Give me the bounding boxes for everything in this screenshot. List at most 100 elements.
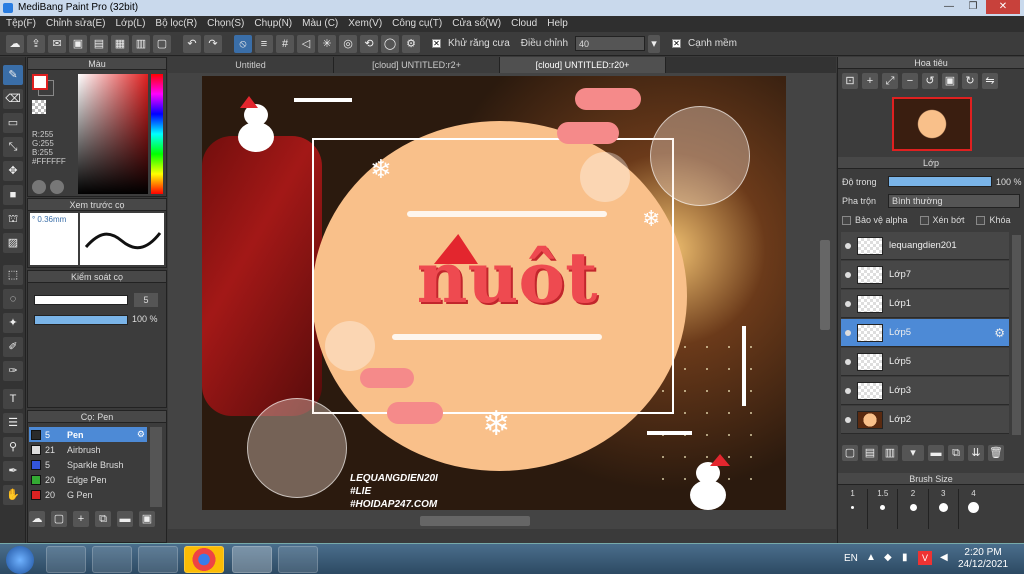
medibang-icon[interactable] bbox=[232, 546, 272, 573]
transparent-swatch[interactable] bbox=[32, 100, 46, 114]
tab-cloud-r2[interactable]: [cloud] UNTITLED:r2+ bbox=[334, 57, 500, 73]
layer-row[interactable]: Lớp7 bbox=[841, 261, 1009, 289]
layer-opacity-slider[interactable] bbox=[888, 176, 992, 187]
eye-icon[interactable] bbox=[845, 242, 851, 249]
document-icon[interactable]: ▤ bbox=[90, 34, 108, 53]
gear-icon[interactable]: ⚙ bbox=[137, 429, 145, 440]
eye-icon[interactable] bbox=[845, 300, 851, 307]
new-halftone-layer-icon[interactable]: ▤ bbox=[862, 445, 878, 461]
menu-tools[interactable]: Công cụ(T) bbox=[392, 16, 442, 32]
brush-opacity-slider[interactable] bbox=[34, 315, 128, 325]
new-brush-icon[interactable]: ▢ bbox=[51, 511, 67, 527]
tray-arrow-icon[interactable]: ▲ bbox=[866, 552, 876, 563]
brush-item-edge-pen[interactable]: 20 Edge Pen bbox=[29, 472, 147, 487]
eyedropper-tool-icon[interactable]: ⚲ bbox=[3, 437, 23, 457]
cloud-brush-icon[interactable]: ☁ bbox=[29, 511, 45, 527]
navigator-thumbnail[interactable] bbox=[892, 97, 972, 151]
add-layer-menu-icon[interactable]: ▾ bbox=[902, 445, 924, 461]
foreground-color-swatch[interactable] bbox=[32, 74, 48, 90]
select-eraser-tool-icon[interactable]: ✑ bbox=[3, 361, 23, 381]
tab-cloud-r20[interactable]: [cloud] UNTITLED:r20+ bbox=[500, 57, 666, 73]
soft-edge-checkbox[interactable]: ✕ bbox=[672, 39, 682, 48]
layer-row[interactable]: lequangdien201 bbox=[841, 232, 1009, 260]
frame-icon[interactable]: ▢ bbox=[153, 34, 171, 53]
brush-size-cell[interactable]: 1 bbox=[838, 489, 869, 529]
palette-icon[interactable] bbox=[32, 180, 46, 194]
zoom-fit-icon[interactable]: ⊡ bbox=[842, 73, 858, 89]
layer-row-selected[interactable]: Lớp5 ⚙ bbox=[841, 319, 1009, 347]
menu-cloud[interactable]: Cloud bbox=[511, 16, 537, 32]
chevron-down-icon[interactable]: ▾ bbox=[648, 34, 661, 53]
eye-icon[interactable] bbox=[845, 416, 851, 423]
curve-snap-icon[interactable]: ⟲ bbox=[360, 34, 378, 53]
artwork-canvas[interactable]: nuôt ❄ ❄ ❄ LEQUANGDIEN20I #LIE #HOIDAP24… bbox=[202, 76, 786, 510]
menu-edit[interactable]: Chỉnh sửa(E) bbox=[46, 16, 106, 32]
folder-icon[interactable]: ▬ bbox=[928, 445, 944, 461]
minimize-button[interactable]: — bbox=[938, 0, 960, 14]
copy-brush-icon[interactable]: ⧉ bbox=[95, 511, 111, 527]
brush-item-g-pen[interactable]: 20 G Pen bbox=[29, 487, 147, 502]
language-indicator[interactable]: EN bbox=[844, 553, 858, 564]
rotate-right-icon[interactable]: ↻ bbox=[962, 73, 978, 89]
clipping-checkbox[interactable] bbox=[919, 215, 929, 225]
ellipse-snap-icon[interactable]: ◯ bbox=[381, 34, 399, 53]
layout-icon[interactable]: ▥ bbox=[132, 34, 150, 53]
brush-size-value[interactable]: 5 bbox=[134, 293, 158, 307]
trash-icon[interactable]: 🗑 bbox=[988, 445, 1004, 461]
menu-snap[interactable]: Chụp(N) bbox=[254, 16, 292, 32]
brush-list-scrollbar[interactable] bbox=[150, 427, 162, 507]
actual-size-icon[interactable]: ▣ bbox=[942, 73, 958, 89]
rotate-left-icon[interactable]: ↺ bbox=[922, 73, 938, 89]
menu-help[interactable]: Help bbox=[547, 16, 568, 32]
menu-color[interactable]: Màu (C) bbox=[302, 16, 338, 32]
restore-button[interactable]: ❐ bbox=[962, 0, 984, 14]
menu-window[interactable]: Cửa sổ(W) bbox=[452, 16, 501, 32]
eye-icon[interactable] bbox=[845, 387, 851, 394]
radial-snap-icon[interactable]: ✳ bbox=[318, 34, 336, 53]
blend-mode-select[interactable]: Bình thường bbox=[888, 194, 1020, 208]
gradient-tool-icon[interactable]: ▨ bbox=[3, 233, 23, 253]
brush-size-cell[interactable]: 1.5 bbox=[868, 489, 899, 529]
brush-size-cell[interactable]: 2 bbox=[898, 489, 929, 529]
zoom-in-icon[interactable]: + bbox=[862, 73, 878, 89]
brush-size-cell[interactable]: 3 bbox=[929, 489, 959, 529]
grid-icon[interactable]: ▦ bbox=[111, 34, 129, 53]
operation-tool-icon[interactable]: ☰ bbox=[3, 413, 23, 433]
text-tool-icon[interactable]: T bbox=[3, 389, 23, 409]
canvas-horizontal-scrollbar[interactable] bbox=[420, 516, 530, 526]
circle-snap-icon[interactable]: ◎ bbox=[339, 34, 357, 53]
fit-window-icon[interactable]: ⤢ bbox=[882, 73, 898, 89]
brush-item-airbrush[interactable]: 21 Airbrush bbox=[29, 442, 147, 457]
duplicate-layer-icon[interactable]: ⧉ bbox=[948, 445, 964, 461]
dotline-tool-icon[interactable]: ⤡ bbox=[3, 137, 23, 157]
vivaldi-icon[interactable]: V bbox=[918, 551, 932, 565]
menu-filter[interactable]: Bộ lọc(R) bbox=[155, 16, 197, 32]
folder-icon[interactable]: ▬ bbox=[117, 511, 133, 527]
start-button[interactable] bbox=[6, 546, 34, 574]
share-icon[interactable]: ⇪ bbox=[27, 34, 45, 53]
adjust-input[interactable]: 40 bbox=[575, 36, 646, 51]
close-button[interactable]: ✕ bbox=[986, 0, 1020, 14]
rect-tool-icon[interactable]: ▭ bbox=[3, 113, 23, 133]
brush-size-cell[interactable]: 4 bbox=[959, 489, 988, 529]
eye-icon[interactable] bbox=[845, 329, 851, 336]
brush-tool-icon[interactable]: ✎ bbox=[3, 65, 23, 85]
cloud-icon[interactable]: ☁ bbox=[6, 34, 24, 53]
eye-icon[interactable] bbox=[845, 271, 851, 278]
protect-alpha-checkbox[interactable] bbox=[842, 215, 851, 225]
pen-tool-icon[interactable]: ✒ bbox=[3, 461, 23, 481]
media-player-icon[interactable] bbox=[92, 546, 132, 573]
zoom-out-icon[interactable]: − bbox=[902, 73, 918, 89]
canvas-vertical-scrollbar[interactable] bbox=[820, 240, 830, 330]
menu-select[interactable]: Chọn(S) bbox=[207, 16, 244, 32]
app-icon[interactable] bbox=[138, 546, 178, 573]
eye-icon[interactable] bbox=[845, 358, 851, 365]
menu-view[interactable]: Xem(V) bbox=[348, 16, 382, 32]
hand-tool-icon[interactable]: ✋ bbox=[3, 485, 23, 505]
network-icon[interactable]: ▮ bbox=[902, 552, 908, 563]
volume-icon[interactable]: ◀ bbox=[940, 552, 948, 563]
redo-icon[interactable]: ↷ bbox=[204, 34, 222, 53]
chrome-icon[interactable] bbox=[184, 546, 224, 573]
antialias-checkbox[interactable]: ✕ bbox=[432, 39, 441, 48]
brush-item-sparkle[interactable]: 5 Sparkle Brush bbox=[29, 457, 147, 472]
